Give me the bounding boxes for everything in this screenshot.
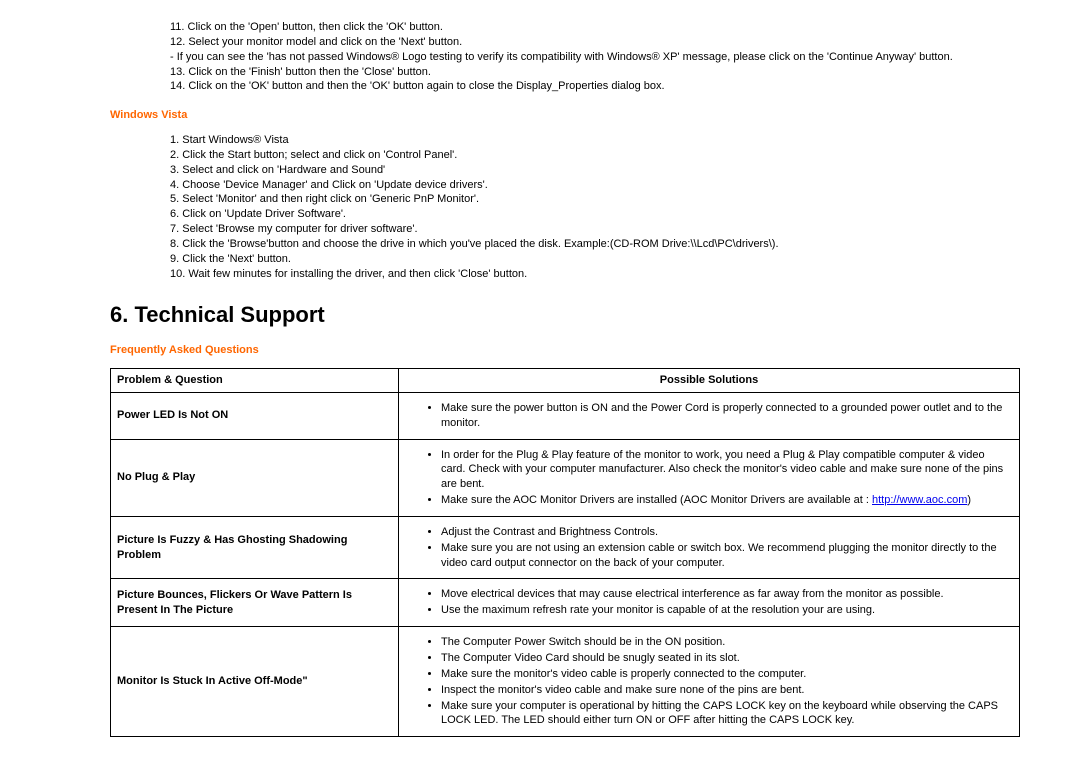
step-text: 1. Start Windows® Vista [170,133,1020,148]
problem-cell: Picture Bounces, Flickers Or Wave Patter… [111,579,399,627]
col-header-solutions: Possible Solutions [399,369,1020,393]
step-text: 14. Click on the 'OK' button and then th… [170,79,1020,94]
step-text: 9. Click the 'Next' button. [170,252,1020,267]
solution-item: Use the maximum refresh rate your monito… [441,603,1007,618]
step-text: 13. Click on the 'Finish' button then th… [170,65,1020,80]
step-text: 8. Click the 'Browse'button and choose t… [170,237,1020,252]
faq-table: Problem & Question Possible Solutions Po… [110,368,1020,737]
step-note: - If you can see the 'has not passed Win… [170,50,1020,65]
solution-item: The Computer Video Card should be snugly… [441,651,1007,666]
problem-cell: No Plug & Play [111,439,399,516]
step-text: 6. Click on 'Update Driver Software'. [170,207,1020,222]
solution-cell: Move electrical devices that may cause e… [399,579,1020,627]
step-text: 12. Select your monitor model and click … [170,35,1020,50]
table-row: Picture Is Fuzzy & Has Ghosting Shadowin… [111,516,1020,579]
step-text: 7. Select 'Browse my computer for driver… [170,222,1020,237]
step-text: 5. Select 'Monitor' and then right click… [170,192,1020,207]
table-row: No Plug & Play In order for the Plug & P… [111,439,1020,516]
step-text: 10. Wait few minutes for installing the … [170,267,1020,282]
solution-item: Inspect the monitor's video cable and ma… [441,683,1007,698]
solution-item: In order for the Plug & Play feature of … [441,448,1007,493]
solution-item: Make sure your computer is operational b… [441,699,1007,729]
aoc-link[interactable]: http://www.aoc.com [872,494,967,506]
solution-item: Make sure the power button is ON and the… [441,401,1007,431]
xp-steps-continued: 11. Click on the 'Open' button, then cli… [110,20,1020,94]
step-text: 2. Click the Start button; select and cl… [170,148,1020,163]
solution-cell: In order for the Plug & Play feature of … [399,439,1020,516]
faq-heading: Frequently Asked Questions [110,343,1020,358]
problem-cell: Picture Is Fuzzy & Has Ghosting Shadowin… [111,516,399,579]
table-row: Picture Bounces, Flickers Or Wave Patter… [111,579,1020,627]
technical-support-heading: 6. Technical Support [110,300,1020,330]
solution-cell: Make sure the power button is ON and the… [399,392,1020,439]
col-header-problem: Problem & Question [111,369,399,393]
problem-cell: Power LED Is Not ON [111,392,399,439]
solution-item: Adjust the Contrast and Brightness Contr… [441,525,1007,540]
step-text: 4. Choose 'Device Manager' and Click on … [170,178,1020,193]
vista-steps: 1. Start Windows® Vista 2. Click the Sta… [110,133,1020,281]
solution-item: Make sure the monitor's video cable is p… [441,667,1007,682]
solution-cell: Adjust the Contrast and Brightness Contr… [399,516,1020,579]
solution-cell: The Computer Power Switch should be in t… [399,627,1020,737]
solution-item: Move electrical devices that may cause e… [441,587,1007,602]
table-row: Power LED Is Not ON Make sure the power … [111,392,1020,439]
step-text: 11. Click on the 'Open' button, then cli… [170,20,1020,35]
vista-heading: Windows Vista [110,108,1020,123]
solution-item: Make sure you are not using an extension… [441,541,1007,571]
problem-cell: Monitor Is Stuck In Active Off-Mode" [111,627,399,737]
solution-item: The Computer Power Switch should be in t… [441,635,1007,650]
solution-item: Make sure the AOC Monitor Drivers are in… [441,493,1007,508]
table-row: Monitor Is Stuck In Active Off-Mode" The… [111,627,1020,737]
step-text: 3. Select and click on 'Hardware and Sou… [170,163,1020,178]
